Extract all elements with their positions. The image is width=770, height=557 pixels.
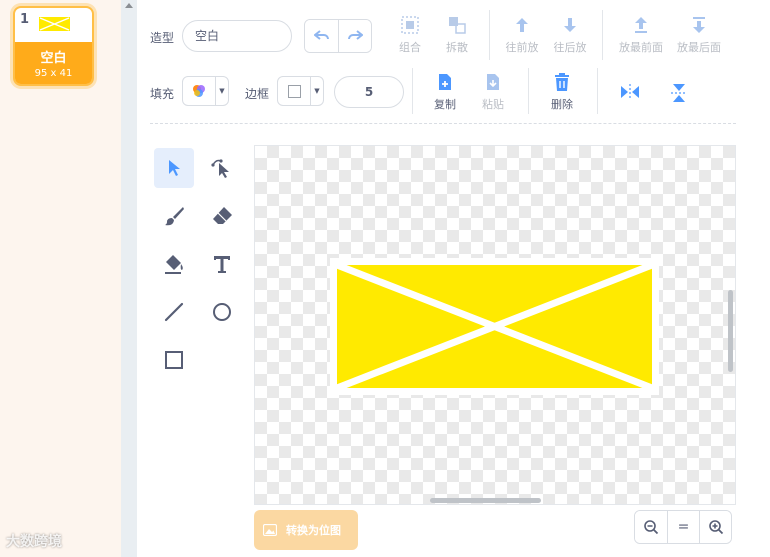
text-tool[interactable] (202, 244, 242, 284)
delete-label: 删除 (551, 98, 573, 111)
bring-to-front-icon (635, 17, 647, 33)
toolbar-divider (602, 10, 603, 60)
group-label: 组合 (399, 41, 421, 54)
redo-icon (348, 30, 363, 40)
bring-to-front-label: 放最前面 (619, 41, 663, 54)
backward-button[interactable]: 往后放 (550, 15, 590, 55)
paint-editor: 造型 空白 组合 拆散 往前放 往后放 放最前面 放最后面 填充 ▼ 边框 ▼ … (137, 0, 770, 557)
costume-list-pane: 1 空白 95 x 41 大数跨境 (0, 0, 121, 557)
reshape-tool[interactable] (202, 148, 242, 188)
costume-card[interactable]: 1 空白 95 x 41 (13, 6, 94, 86)
circle-icon (213, 303, 231, 321)
copy-icon (439, 74, 451, 90)
arrow-down-icon (564, 18, 576, 32)
outline-width-input[interactable]: 5 (334, 76, 404, 108)
zoom-reset-button[interactable]: = (667, 511, 699, 543)
flip-vertical-icon (671, 84, 687, 102)
outline-swatch-box-icon (287, 84, 301, 98)
eraser-icon (213, 207, 232, 224)
copy-label: 复制 (434, 98, 456, 111)
text-t-icon (214, 256, 230, 273)
fill-color-picker[interactable]: ▼ (182, 76, 229, 106)
undo-icon (313, 30, 329, 40)
flip-horizontal-icon (621, 84, 639, 100)
convert-to-bitmap-label: 转换为位图 (286, 524, 341, 537)
ungroup-label: 拆散 (446, 41, 468, 54)
undo-button[interactable] (305, 20, 338, 52)
watermark-text: 大数跨境 (6, 534, 62, 550)
send-to-back-button[interactable]: 放最后面 (673, 15, 725, 55)
select-tool[interactable] (154, 148, 194, 188)
scroll-up-arrow-icon[interactable] (125, 3, 133, 8)
rectangle-icon (165, 351, 183, 369)
fill-swatch (183, 77, 215, 105)
costume-name-input[interactable]: 空白 (182, 20, 292, 52)
fill-label: 填充 (150, 87, 175, 101)
copy-button[interactable]: 复制 (425, 72, 465, 112)
toolbar-divider (489, 10, 490, 60)
costume-label: 造型 (150, 31, 175, 45)
paste-label: 粘贴 (482, 98, 504, 111)
trash-icon (555, 73, 569, 91)
bring-to-front-button[interactable]: 放最前面 (615, 15, 667, 55)
group-icon (401, 16, 419, 34)
toolbar-divider (412, 68, 413, 114)
image-icon (263, 524, 277, 536)
paint-editor-app: 1 空白 95 x 41 大数跨境 造型 空白 组合 拆散 往前放 往后放 放最… (0, 0, 770, 557)
ungroup-button[interactable]: 拆散 (437, 15, 477, 55)
reshape-cursor-icon (211, 159, 229, 178)
flip-horizontal-button[interactable] (610, 83, 650, 105)
circle-tool[interactable] (202, 292, 242, 332)
outline-color-picker[interactable]: ▼ (277, 76, 324, 106)
costume-artwork[interactable] (330, 258, 659, 395)
brush-tool[interactable] (154, 196, 194, 236)
chevron-down-icon: ▼ (310, 77, 323, 105)
paste-icon (487, 74, 499, 90)
delete-button[interactable]: 删除 (542, 72, 582, 112)
redo-button[interactable] (338, 20, 371, 52)
costume-card-footer: 空白 95 x 41 (15, 42, 92, 84)
ungroup-icon (449, 17, 466, 34)
costume-list-scrollbar[interactable] (121, 0, 137, 557)
brush-icon (165, 207, 184, 226)
rectangle-tool[interactable] (154, 340, 194, 380)
arrow-cursor-icon (169, 160, 180, 176)
undo-redo-group (304, 19, 372, 53)
forward-label: 往前放 (505, 41, 539, 54)
paste-button[interactable]: 粘贴 (473, 72, 513, 112)
costume-index: 1 (20, 12, 30, 27)
drawing-canvas[interactable] (254, 145, 736, 505)
forward-button[interactable]: 往前放 (502, 15, 542, 55)
costume-thumbnail (39, 17, 70, 31)
costume-name: 空白 (40, 51, 67, 66)
line-icon (164, 302, 184, 322)
outline-label: 边框 (245, 87, 270, 101)
canvas-vertical-scrollbar[interactable] (728, 290, 733, 372)
zoom-in-button[interactable] (699, 511, 731, 543)
toolbar-divider (597, 68, 598, 114)
send-to-back-icon (693, 17, 705, 33)
send-to-back-label: 放最后面 (677, 41, 721, 54)
zoom-out-button[interactable] (635, 511, 667, 543)
zoom-out-icon (644, 520, 659, 535)
arrow-up-icon (516, 18, 528, 32)
costume-size: 95 x 41 (34, 68, 73, 79)
line-tool[interactable] (154, 292, 194, 332)
toolbar-divider-dashed (150, 123, 736, 124)
convert-to-bitmap-button[interactable]: 转换为位图 (254, 510, 358, 550)
color-palette-icon (193, 85, 205, 97)
group-button[interactable]: 组合 (390, 15, 430, 55)
paint-bucket-icon (165, 255, 183, 274)
backward-label: 往后放 (553, 41, 587, 54)
outline-swatch (278, 77, 310, 105)
zoom-in-icon (708, 520, 723, 535)
chevron-down-icon: ▼ (215, 77, 228, 105)
eraser-tool[interactable] (202, 196, 242, 236)
fill-tool[interactable] (154, 244, 194, 284)
zoom-controls: = (634, 510, 732, 544)
canvas-horizontal-scrollbar[interactable] (430, 498, 541, 503)
flip-vertical-button[interactable] (659, 82, 699, 108)
toolbar-divider (528, 68, 529, 114)
